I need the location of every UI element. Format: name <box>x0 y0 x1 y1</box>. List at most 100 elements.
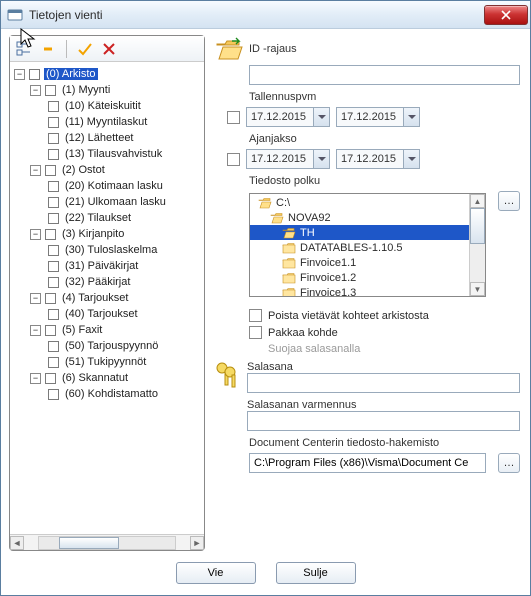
uncheck-all-icon[interactable] <box>101 41 117 57</box>
tree-view[interactable]: − (0) Arkisto − (1) Myynti (10) Käteiskuit… <box>10 62 204 534</box>
tree-checkbox[interactable] <box>48 181 59 192</box>
tree-group[interactable]: (1) Myynti <box>60 84 112 96</box>
salasana-label: Salasana <box>247 361 520 373</box>
titlebar: Tietojen vienti <box>1 1 530 29</box>
tree-checkbox[interactable] <box>45 165 56 176</box>
browse-dc-button[interactable]: … <box>498 453 520 473</box>
poista-checkbox[interactable] <box>249 309 262 322</box>
tree-checkbox[interactable] <box>48 213 59 224</box>
folder-item[interactable]: Finvoice1.3 <box>250 285 469 296</box>
folder-open-icon <box>258 197 272 209</box>
tree-checkbox[interactable] <box>45 293 56 304</box>
tree-group[interactable]: (6) Skannatut <box>60 372 130 384</box>
tallennuspvm-from[interactable]: 17.12.2015 <box>246 107 330 127</box>
tree-checkbox[interactable] <box>45 373 56 384</box>
scroll-thumb[interactable] <box>59 537 119 549</box>
tree-item[interactable]: (22) Tilaukset <box>63 212 133 224</box>
folder-item[interactable]: NOVA92 <box>250 210 469 225</box>
browse-path-button[interactable]: … <box>498 191 520 211</box>
tree-checkbox[interactable] <box>48 357 59 368</box>
pakkaa-checkbox[interactable] <box>249 326 262 339</box>
tree-checkbox[interactable] <box>45 85 56 96</box>
tallennuspvm-to[interactable]: 17.12.2015 <box>336 107 420 127</box>
tree-item[interactable]: (13) Tilausvahvistuk <box>63 148 164 160</box>
tree-group[interactable]: (2) Ostot <box>60 164 107 176</box>
button-bar: Vie Sulje <box>9 551 522 595</box>
folder-item[interactable]: DATATABLES-1.10.5 <box>250 240 469 255</box>
ajanjakso-to[interactable]: 17.12.2015 <box>336 149 420 169</box>
tree-item[interactable]: (40) Tarjoukset <box>63 308 140 320</box>
close-icon <box>501 10 511 20</box>
folder-item[interactable]: Finvoice1.1 <box>250 255 469 270</box>
scroll-up-icon[interactable]: ▲ <box>470 194 485 208</box>
collapse-icon[interactable]: − <box>30 165 41 176</box>
tree-item[interactable]: (60) Kohdistamatto <box>63 388 160 400</box>
collapse-icon[interactable]: − <box>30 293 41 304</box>
tree-checkbox[interactable] <box>48 101 59 112</box>
ajanjakso-from[interactable]: 17.12.2015 <box>246 149 330 169</box>
tree-group[interactable]: (4) Tarjoukset <box>60 292 130 304</box>
tree-checkbox[interactable] <box>48 309 59 320</box>
tree-checkbox[interactable] <box>29 69 40 80</box>
tallennuspvm-checkbox[interactable] <box>227 111 240 124</box>
tree-checkbox[interactable] <box>48 149 59 160</box>
scroll-right-icon[interactable]: ► <box>190 536 204 550</box>
check-all-icon[interactable] <box>77 41 93 57</box>
tree-group[interactable]: (5) Faxit <box>60 324 104 336</box>
tree-checkbox[interactable] <box>48 245 59 256</box>
horizontal-scrollbar[interactable]: ◄ ► <box>10 534 204 550</box>
tree-checkbox[interactable] <box>48 197 59 208</box>
export-button[interactable]: Vie <box>176 562 256 584</box>
salasana-input[interactable] <box>247 373 520 393</box>
tree-item[interactable]: (21) Ulkomaan lasku <box>63 196 168 208</box>
collapse-icon[interactable]: − <box>30 229 41 240</box>
folder-item[interactable]: Finvoice1.2 <box>250 270 469 285</box>
collapse-all-icon[interactable] <box>40 41 56 57</box>
tree-checkbox[interactable] <box>48 117 59 128</box>
folder-item-label: C:\ <box>276 197 290 209</box>
collapse-icon[interactable]: − <box>30 325 41 336</box>
dc-path-input[interactable] <box>249 453 486 473</box>
folder-item[interactable]: C:\ <box>250 195 469 210</box>
folder-item-label: TH <box>300 227 315 239</box>
tree-checkbox[interactable] <box>48 341 59 352</box>
dc-label: Document Centerin tiedosto-hakemisto <box>249 437 520 449</box>
tree-checkbox[interactable] <box>45 325 56 336</box>
tree-item[interactable]: (50) Tarjouspyynnö <box>63 340 160 352</box>
close-dialog-button[interactable]: Sulje <box>276 562 356 584</box>
tree-item[interactable]: (20) Kotimaan lasku <box>63 180 165 192</box>
tree-checkbox[interactable] <box>45 229 56 240</box>
tree-checkbox[interactable] <box>48 133 59 144</box>
tree-item[interactable]: (30) Tuloslaskelma <box>63 244 159 256</box>
tree-root[interactable]: (0) Arkisto <box>44 68 98 80</box>
tree-checkbox[interactable] <box>48 389 59 400</box>
poista-label: Poista vietävät kohteet arkistosta <box>268 310 429 322</box>
folder-item-label: DATATABLES-1.10.5 <box>300 242 403 254</box>
expand-all-icon[interactable] <box>16 41 32 57</box>
tree-item[interactable]: (32) Pääkirjat <box>63 276 132 288</box>
tree-item[interactable]: (11) Myyntilaskut <box>63 116 149 128</box>
vertical-scrollbar[interactable]: ▲ ▼ <box>469 194 485 296</box>
tree-item[interactable]: (31) Päiväkirjat <box>63 260 140 272</box>
left-panel: − (0) Arkisto − (1) Myynti (10) Käteiskuit… <box>9 35 205 551</box>
tree-checkbox[interactable] <box>48 261 59 272</box>
tree-group[interactable]: (3) Kirjanpito <box>60 228 126 240</box>
scroll-left-icon[interactable]: ◄ <box>10 536 24 550</box>
collapse-icon[interactable]: − <box>14 69 25 80</box>
tree-item[interactable]: (12) Lähetteet <box>63 132 136 144</box>
id-rajaus-input[interactable] <box>249 65 520 85</box>
ajanjakso-checkbox[interactable] <box>227 153 240 166</box>
tree-checkbox[interactable] <box>48 277 59 288</box>
folder-item[interactable]: TH <box>250 225 469 240</box>
scroll-down-icon[interactable]: ▼ <box>470 282 485 296</box>
scroll-thumb-v[interactable] <box>470 208 485 244</box>
folder-list[interactable]: C:\NOVA92THDATATABLES-1.10.5Finvoice1.1F… <box>249 193 486 297</box>
tree-item[interactable]: (51) Tukipyynnöt <box>63 356 148 368</box>
folder-item-label: Finvoice1.3 <box>300 287 356 297</box>
close-button[interactable] <box>484 5 528 25</box>
tree-item[interactable]: (10) Käteiskuitit <box>63 100 143 112</box>
collapse-icon[interactable]: − <box>30 85 41 96</box>
pakkaa-label: Pakkaa kohde <box>268 327 338 339</box>
varmennus-input[interactable] <box>247 411 520 431</box>
collapse-icon[interactable]: − <box>30 373 41 384</box>
